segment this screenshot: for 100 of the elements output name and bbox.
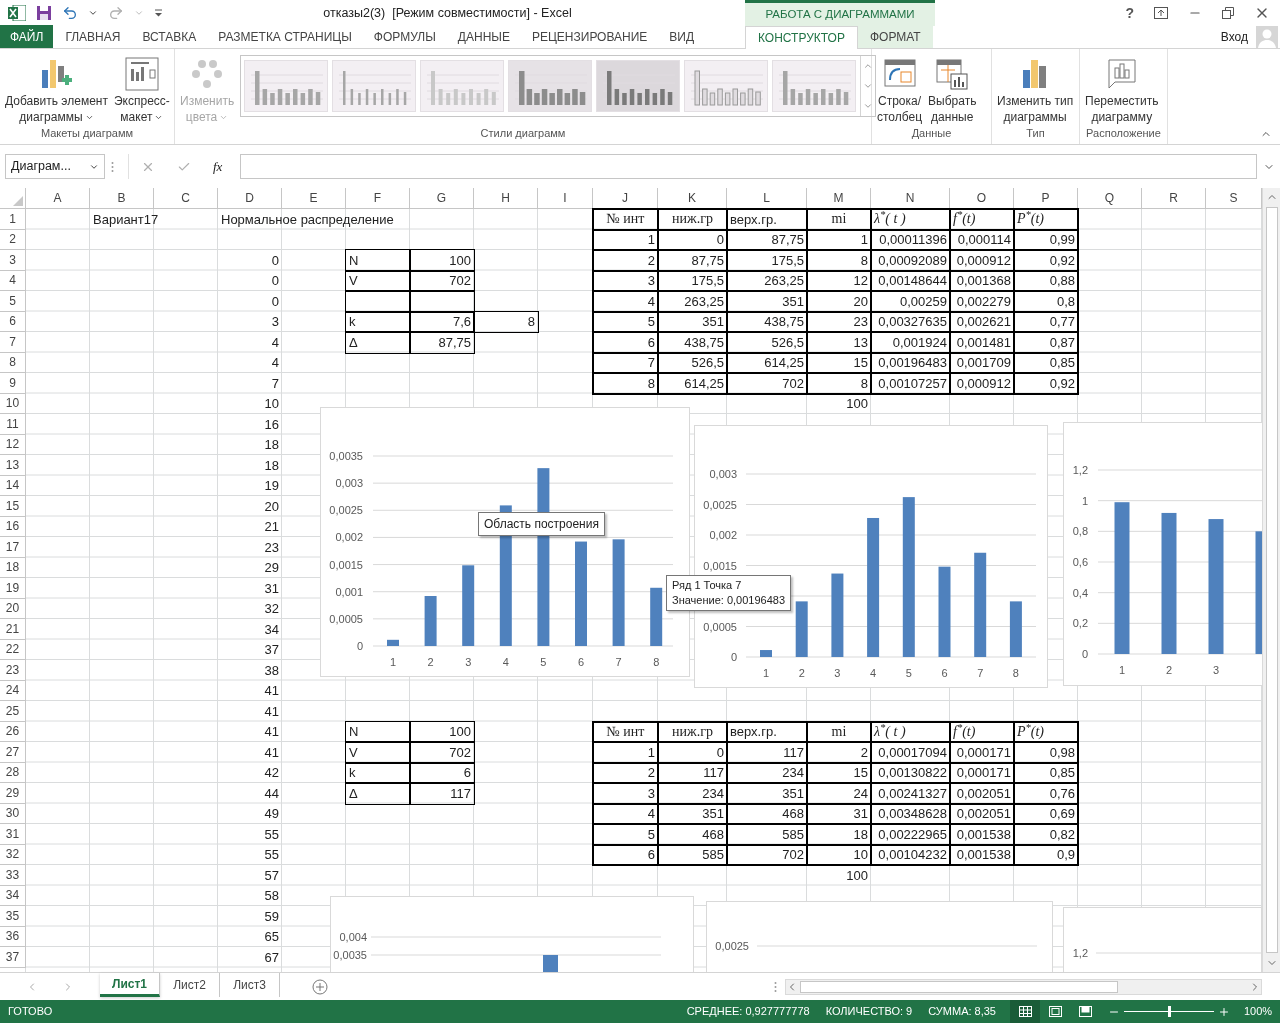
sheet-cell[interactable]: 0,001709 — [950, 352, 1014, 373]
redo-icon[interactable] — [108, 5, 124, 21]
select-all-icon[interactable] — [13, 196, 23, 206]
spreadsheet-logo-icon[interactable] — [8, 5, 26, 21]
sheet-cell[interactable]: верх.гр. — [727, 209, 807, 230]
sheet-cell[interactable]: 351 — [658, 803, 727, 824]
sheet-cell[interactable]: V — [346, 270, 410, 291]
sheet-cell[interactable]: 351 — [727, 783, 807, 804]
sheet-cell[interactable] — [346, 291, 410, 312]
sheet-cell[interactable]: 8 — [807, 250, 871, 271]
ribbon-button[interactable]: Экспресс- макет — [111, 55, 172, 125]
sheet-cell[interactable]: 468 — [658, 824, 727, 845]
sheet-cell[interactable]: 0,98 — [1014, 742, 1078, 763]
ribbon-tab[interactable]: ФОРМАТ — [857, 25, 933, 48]
sheet-cell[interactable]: 614,25 — [658, 373, 727, 394]
view-button[interactable] — [1010, 1000, 1040, 1023]
sheet-cell[interactable]: 58 — [218, 885, 282, 906]
sheet-cell[interactable]: 0,001538 — [950, 844, 1014, 865]
bar[interactable] — [650, 587, 663, 646]
ribbon-tab[interactable]: КОНСТРУКТОР — [745, 26, 858, 49]
sheet-cell[interactable]: 20 — [807, 291, 871, 312]
row-header[interactable]: 19 — [0, 578, 26, 599]
sheet-cell[interactable]: 0,00259 — [871, 291, 950, 312]
sheet-cell[interactable]: 0,9 — [1014, 844, 1078, 865]
restore-icon[interactable] — [1222, 7, 1234, 19]
row-header[interactable]: 37 — [0, 947, 26, 968]
row-header[interactable]: 2 — [0, 229, 26, 250]
ribbon-tab[interactable]: ВСТАВКА — [132, 25, 207, 48]
sheet-cell[interactable]: 31 — [218, 578, 282, 599]
sheet-cell[interactable]: 468 — [727, 803, 807, 824]
add-sheet-icon[interactable] — [312, 978, 328, 995]
sheet-cell[interactable]: 0,00130822 — [871, 762, 950, 783]
formula-input[interactable] — [240, 154, 1257, 179]
sheet-cell[interactable]: 87,75 — [658, 250, 727, 271]
sheet-cell[interactable]: 5 — [593, 824, 658, 845]
sheet-cell[interactable]: V — [346, 742, 410, 763]
name-box[interactable]: Диаграм... — [5, 154, 105, 179]
sheet-cell[interactable]: 16 — [218, 414, 282, 435]
row-header[interactable]: 4 — [0, 270, 26, 291]
sheet-cell[interactable]: 41 — [218, 742, 282, 763]
sheet-cell[interactable]: 0 — [218, 291, 282, 312]
row-header[interactable]: 20 — [0, 598, 26, 619]
ribbon-button[interactable]: Добавить элемент диаграммы — [3, 55, 110, 125]
sheet-cell[interactable]: 351 — [658, 311, 727, 332]
sheet-cell[interactable]: 0,002279 — [950, 291, 1014, 312]
sheet-cell[interactable]: 2 — [807, 742, 871, 763]
scroll-down-icon[interactable] — [863, 81, 874, 91]
sheet-cell[interactable]: 41 — [218, 701, 282, 722]
save-icon[interactable] — [36, 5, 52, 21]
sheet-cell[interactable]: 57 — [218, 865, 282, 886]
row-header[interactable]: 1 — [0, 209, 26, 230]
sheet-cell[interactable]: 0,000912 — [950, 250, 1014, 271]
sheet-cell[interactable]: 702 — [410, 270, 474, 291]
sheet-cell[interactable]: f$^{*}$(t) — [950, 209, 1014, 230]
sheet-cell[interactable]: f$^{*}$(t) — [950, 721, 1014, 742]
chart-style-thumbnail[interactable] — [420, 60, 505, 112]
sheet-cell[interactable]: 65 — [218, 926, 282, 947]
row-header[interactable]: 34 — [0, 885, 26, 906]
sheet-cell[interactable]: 31 — [807, 803, 871, 824]
sheet-cell[interactable]: 8 — [593, 373, 658, 394]
sheet-cell[interactable]: 0,00327635 — [871, 311, 950, 332]
row-header[interactable]: 13 — [0, 455, 26, 476]
splitter-icon[interactable] — [774, 980, 777, 993]
sheet-cell[interactable]: 0,00107257 — [871, 373, 950, 394]
column-header[interactable]: I — [538, 188, 593, 209]
sheet-cell[interactable]: 4 — [593, 803, 658, 824]
sheet-cell[interactable]: 2 — [593, 250, 658, 271]
row-header[interactable]: 11 — [0, 414, 26, 435]
sheet-cell[interactable]: 117 — [410, 783, 474, 804]
column-header[interactable]: E — [282, 188, 346, 209]
chart[interactable]: 0,0025 — [706, 901, 1053, 972]
row-header[interactable]: 32 — [0, 844, 26, 865]
column-header[interactable]: R — [1142, 188, 1206, 209]
sheet-cell[interactable]: 6 — [410, 762, 474, 783]
bar[interactable] — [1009, 601, 1022, 657]
sheet-cell[interactable]: 0,85 — [1014, 352, 1078, 373]
row-header[interactable]: 36 — [0, 926, 26, 947]
sheet-cell[interactable]: верх.гр. — [727, 721, 807, 742]
bar[interactable] — [462, 565, 475, 646]
sheet-cell[interactable]: 0,00348628 — [871, 803, 950, 824]
sheet-cell[interactable]: 0 — [658, 742, 727, 763]
row-header[interactable]: 6 — [0, 311, 26, 332]
bar[interactable] — [974, 552, 987, 657]
sheet-cell[interactable]: 0,001538 — [950, 824, 1014, 845]
scroll-up-icon[interactable] — [863, 61, 874, 71]
sheet-cell[interactable]: 15 — [807, 762, 871, 783]
sheet-cell[interactable]: 526,5 — [658, 352, 727, 373]
column-header[interactable]: L — [727, 188, 807, 209]
sheet-cell[interactable]: 13 — [807, 332, 871, 353]
sheet-cell[interactable]: 5 — [593, 311, 658, 332]
sheet-cell[interactable]: 702 — [410, 742, 474, 763]
sheet-cell[interactable]: N — [346, 250, 410, 271]
sheet-cell[interactable]: 2 — [593, 762, 658, 783]
sheet-cell[interactable]: 100 — [410, 250, 474, 271]
more-icon[interactable] — [863, 101, 874, 111]
row-header[interactable]: 5 — [0, 291, 26, 312]
sheet-cell[interactable]: 702 — [727, 373, 807, 394]
sheet-cell[interactable]: 0,00017094 — [871, 742, 950, 763]
sheet-cell[interactable]: 0,001924 — [871, 332, 950, 353]
row-header[interactable]: 21 — [0, 619, 26, 640]
